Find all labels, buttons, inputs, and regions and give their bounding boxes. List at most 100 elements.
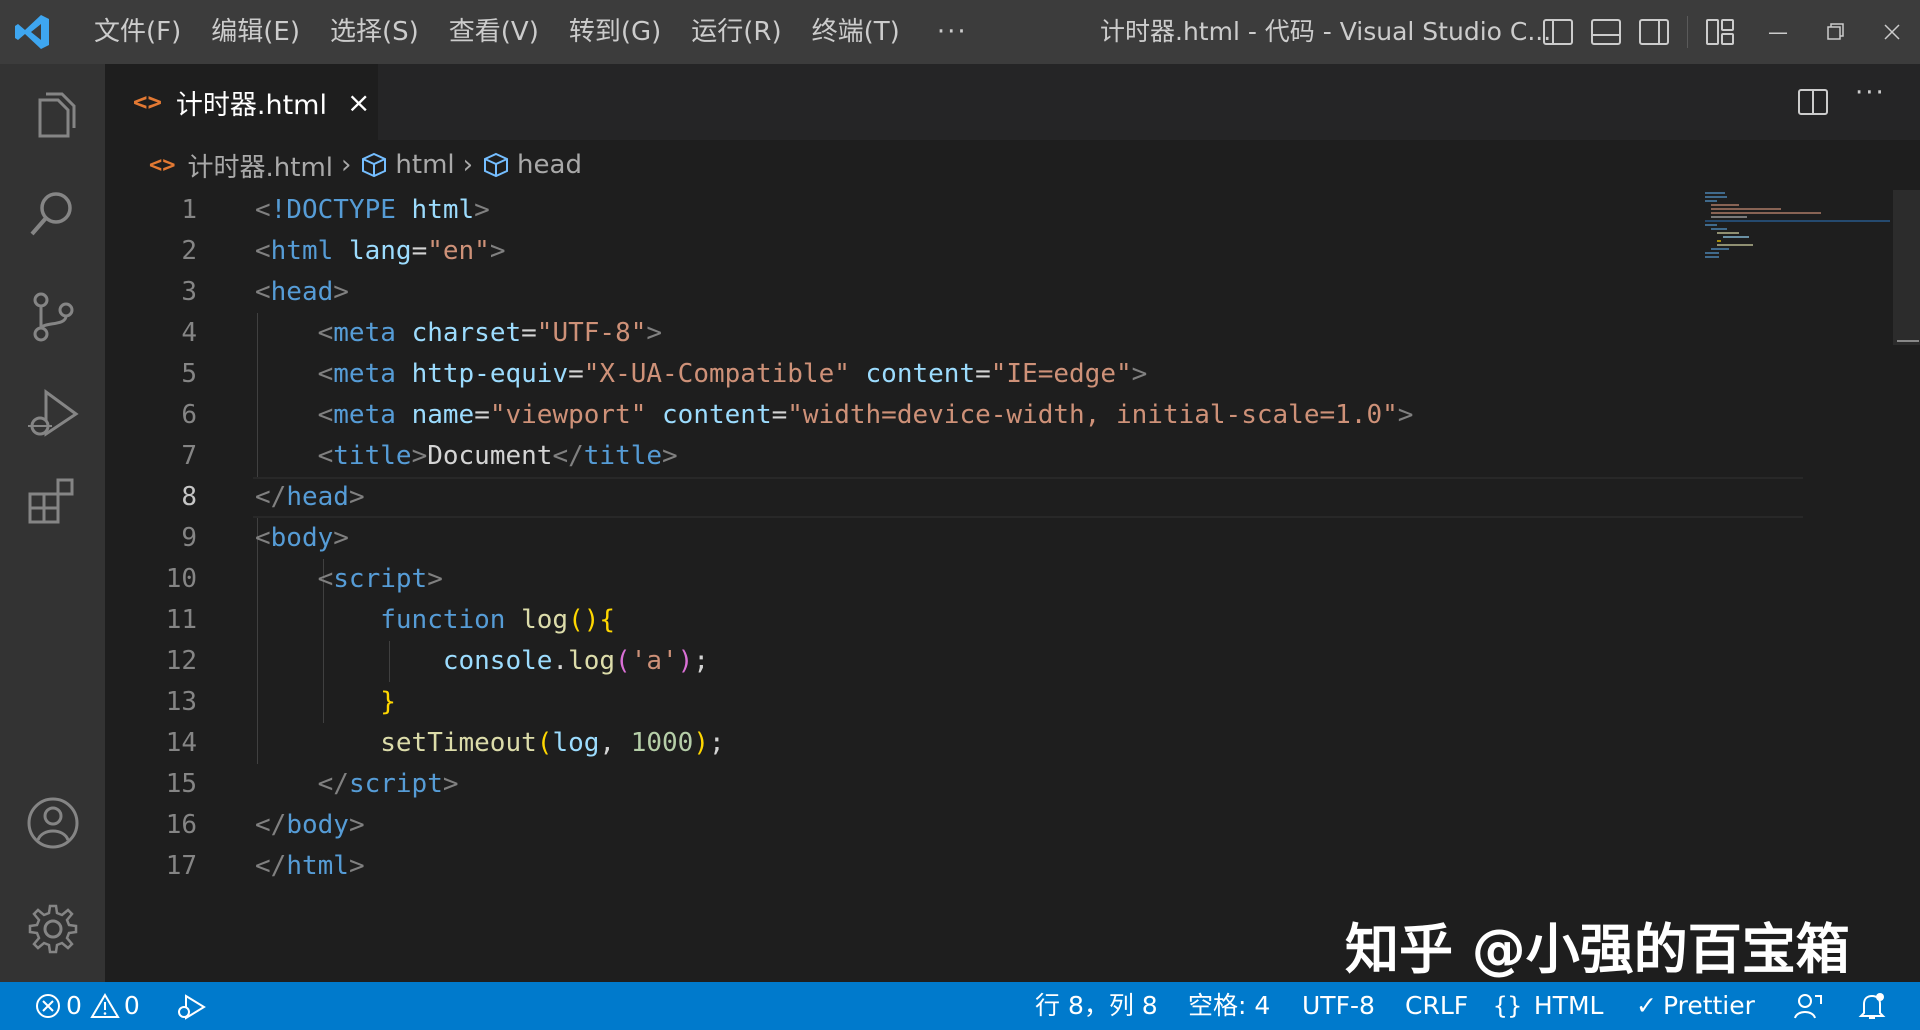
code-line[interactable]: 12 console.log('a'); (105, 641, 1705, 682)
restore-icon[interactable] (1819, 16, 1851, 48)
code-line[interactable]: 10 <script> (105, 559, 1705, 600)
source-control-icon[interactable] (24, 288, 82, 346)
code-token: setTimeout (380, 728, 537, 758)
menu-view[interactable]: 查看(V) (434, 0, 554, 64)
prettier-status[interactable]: ✓ Prettier (1636, 982, 1755, 1030)
menu-selection[interactable]: 选择(S) (315, 0, 434, 64)
code-token: > (333, 523, 349, 553)
code-token: > (348, 810, 365, 840)
code-line[interactable]: 15 </script> (105, 764, 1705, 805)
language-mode[interactable]: {} HTML (1493, 982, 1603, 1030)
code-editor[interactable]: 1 <!DOCTYPE html> 2 <html lang="en"> 3 <head>… (105, 190, 1920, 982)
code-token: > (427, 564, 443, 594)
code-token: meta (333, 318, 412, 348)
code-text: </body> (255, 805, 365, 846)
code-token: "en" (427, 236, 490, 266)
tab-active-file[interactable]: <> 计时器.html × (105, 64, 378, 140)
tab-label: 计时器.html (175, 89, 327, 121)
more-actions-button[interactable]: ··· (1855, 78, 1886, 108)
breadcrumb-file[interactable]: 计时器.html (188, 147, 334, 184)
explorer-icon[interactable] (24, 86, 82, 144)
code-line[interactable]: 9 <body> (105, 518, 1705, 559)
code-line[interactable]: 14 setTimeout(log, 1000); (105, 723, 1705, 764)
code-line[interactable]: 17 </html> (105, 846, 1705, 887)
code-token: < (317, 441, 334, 471)
code-line[interactable]: 11 function log(){ (105, 600, 1705, 641)
code-line[interactable]: 16 </body> (105, 805, 1705, 846)
breadcrumb: <> 计时器.html › html › head (105, 140, 1920, 190)
code-token: content (865, 359, 976, 389)
minimize-icon[interactable]: — (1762, 16, 1794, 48)
feedback-icon[interactable] (1793, 992, 1823, 1020)
breadcrumb-item-html[interactable]: html (395, 150, 454, 180)
breadcrumb-item-head[interactable]: head (517, 150, 582, 180)
cursor-position[interactable]: 行 8，列 8 (1035, 982, 1158, 1030)
close-window-icon[interactable] (1876, 16, 1908, 48)
code-token: = (975, 359, 991, 389)
code-token: title (333, 441, 412, 471)
tab-close-icon[interactable]: × (347, 86, 370, 119)
customize-layout-icon[interactable] (1702, 14, 1738, 50)
menu-run[interactable]: 运行(R) (676, 0, 796, 64)
scrollbar-thumb[interactable] (1893, 190, 1920, 345)
code-line[interactable]: 8 </head> (105, 477, 1705, 518)
code-line[interactable]: 6 <meta name="viewport" content="width=d… (105, 395, 1705, 436)
code-token: (){ (568, 605, 616, 635)
toggle-primary-sidebar-icon[interactable] (1540, 14, 1576, 50)
notifications-bell-icon[interactable] (1858, 991, 1886, 1021)
code-text: <head> (255, 272, 349, 313)
toggle-secondary-sidebar-icon[interactable] (1636, 14, 1672, 50)
code-line[interactable]: 5 <meta http-equiv="X-UA-Compatible" con… (105, 354, 1705, 395)
end-of-line[interactable]: CRLF (1405, 982, 1468, 1030)
menu-edit[interactable]: 编辑(E) (196, 0, 315, 64)
code-token: html (411, 195, 475, 225)
line-number: 4 (181, 318, 197, 348)
split-editor-icon[interactable] (1795, 84, 1831, 120)
menu-file[interactable]: 文件(F) (79, 0, 196, 64)
vertical-scrollbar[interactable] (1893, 190, 1920, 982)
code-token: < (317, 318, 334, 348)
code-token: = (521, 318, 537, 348)
vscode-logo-icon[interactable] (0, 0, 64, 64)
code-token: > (333, 277, 349, 307)
code-token: ; (709, 728, 725, 758)
code-token: < (317, 400, 334, 430)
code-line[interactable]: 3 <head> (105, 272, 1705, 313)
tab-bar: <> 计时器.html × ··· (105, 64, 1920, 140)
toggle-panel-icon[interactable] (1588, 14, 1624, 50)
menu-go[interactable]: 转到(G) (554, 0, 676, 64)
run-and-debug-icon[interactable] (24, 386, 82, 444)
minimap[interactable] (1705, 190, 1890, 260)
code-token: > (411, 441, 428, 471)
encoding[interactable]: UTF-8 (1302, 982, 1375, 1030)
code-line[interactable]: 2 <html lang="en"> (105, 231, 1705, 272)
code-line[interactable]: 7 <title>Document</title> (105, 436, 1705, 477)
accounts-icon[interactable] (24, 794, 82, 852)
code-token: </ (255, 851, 287, 881)
indentation-spaces[interactable]: 空格: 4 (1188, 982, 1270, 1030)
code-line[interactable]: 1 <!DOCTYPE html> (105, 190, 1705, 231)
code-line[interactable]: 13 } (105, 682, 1705, 723)
extensions-icon[interactable] (24, 472, 82, 530)
code-token: = (771, 400, 788, 430)
code-token: html (286, 851, 349, 881)
debug-status-icon[interactable] (176, 992, 208, 1020)
search-icon[interactable] (24, 186, 82, 244)
code-line[interactable]: 4 <meta charset="UTF-8"> (105, 313, 1705, 354)
code-text: <title>Document</title> (255, 436, 678, 477)
code-text: setTimeout(log, 1000); (255, 723, 725, 764)
code-token: ) (677, 646, 694, 676)
line-number: 3 (181, 277, 197, 307)
menu-terminal[interactable]: 终端(T) (797, 0, 915, 64)
code-token: body (270, 523, 334, 553)
manage-gear-icon[interactable] (24, 900, 82, 958)
code-token: console (442, 646, 553, 676)
line-number: 6 (181, 400, 197, 430)
menu-more-button[interactable]: ··· (915, 0, 990, 64)
problems-indicator[interactable]: 0 0 (34, 982, 140, 1030)
